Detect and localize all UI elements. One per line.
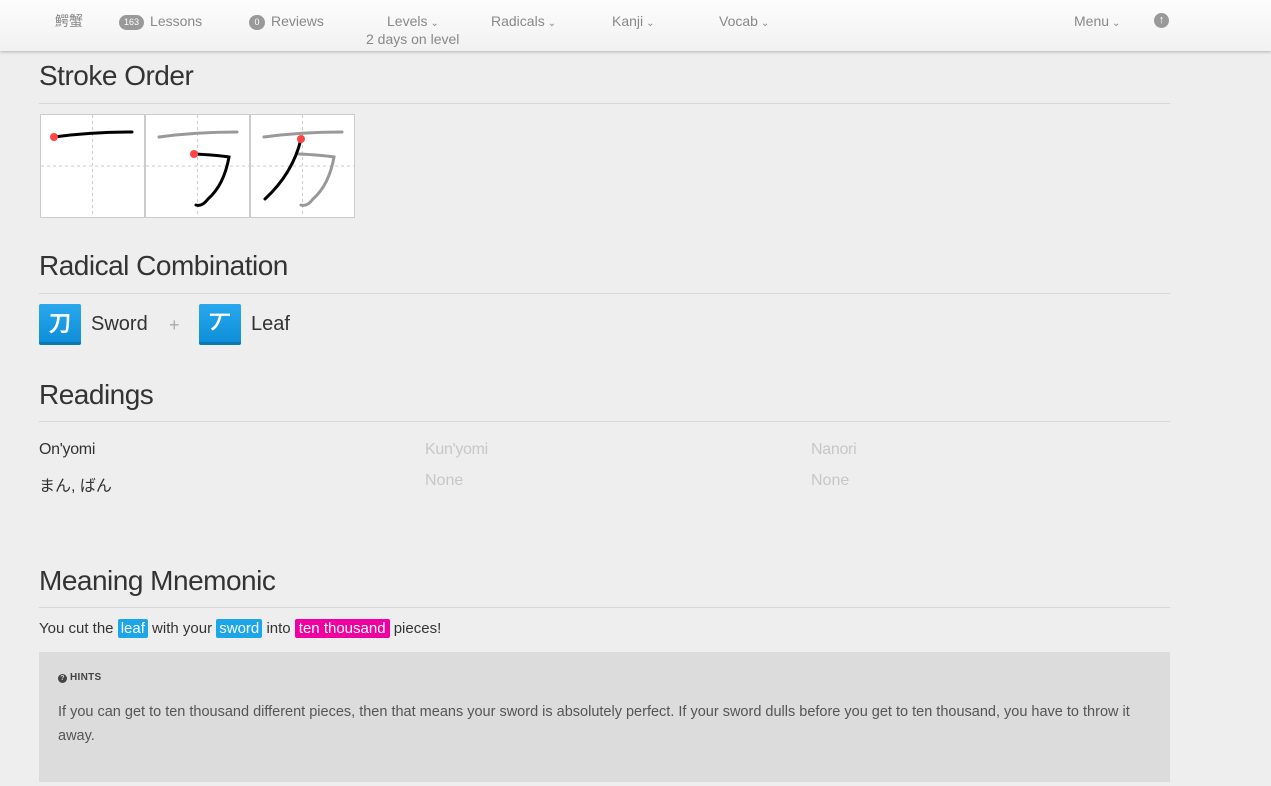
arrow-up-circle-icon[interactable]: ↑: [1154, 13, 1169, 28]
chevron-down-icon: ⌄: [646, 18, 655, 29]
levels-label: Levels: [387, 13, 428, 29]
reviews-link[interactable]: 0 Reviews: [249, 12, 324, 30]
divider: [39, 293, 1170, 294]
divider: [39, 103, 1170, 104]
lessons-label: Lessons: [150, 13, 203, 29]
onyomi-value: まん, ばん: [39, 478, 112, 495]
stroke-frame-3: [250, 114, 355, 218]
onyomi-label: On'yomi: [39, 441, 96, 458]
stroke-order-heading: Stroke Order: [39, 60, 194, 91]
menu-label: Menu: [1074, 13, 1110, 29]
lessons-link[interactable]: 163 Lessons: [119, 12, 202, 30]
highlight-kanji-meaning: ten thousand: [294, 619, 390, 638]
mnemonic-text-part: You cut the: [39, 620, 114, 637]
reviews-count-badge: 0: [249, 15, 265, 30]
radical-chip-sword[interactable]: 刀: [39, 304, 81, 345]
vocab-dropdown[interactable]: Vocab ⌄: [719, 12, 769, 33]
radical-name-sword[interactable]: Sword: [91, 313, 148, 336]
hints-header: ? HINTS: [58, 672, 1151, 683]
nanori-value: None: [811, 472, 850, 489]
divider: [39, 421, 1170, 422]
hints-text: If you can get to ten thousand different…: [58, 704, 1130, 744]
plus-sign: +: [169, 315, 180, 335]
user-name-link[interactable]: 鰐蟹: [55, 12, 83, 30]
readings-heading: Readings: [39, 379, 154, 410]
divider: [39, 607, 1170, 608]
level-time-note: 2 days on level: [366, 31, 460, 47]
mnemonic-text-part: pieces!: [393, 620, 442, 637]
levels-dropdown[interactable]: Levels ⌄: [387, 12, 439, 33]
chevron-down-icon: ⌄: [1112, 18, 1121, 29]
radical-combination-heading: Radical Combination: [39, 250, 288, 281]
kunyomi-label: Kun'yomi: [425, 441, 488, 458]
radical-chip-leaf[interactable]: 丆: [199, 304, 241, 345]
mnemonic-text: You cut the leaf with your sword into te…: [39, 619, 442, 638]
chevron-down-icon: ⌄: [547, 18, 557, 29]
stroke-frame-2: [145, 114, 250, 218]
kanji-label: Kanji: [612, 13, 644, 29]
mnemonic-text-part: with your: [152, 620, 213, 637]
kanji-dropdown[interactable]: Kanji ⌄: [612, 12, 655, 33]
highlight-radical-leaf: leaf: [117, 619, 148, 638]
radicals-dropdown[interactable]: Radicals ⌄: [491, 12, 556, 33]
question-circle-icon: ?: [58, 674, 67, 683]
lessons-count-badge: 163: [119, 15, 145, 30]
highlight-radical-sword: sword: [216, 619, 263, 638]
stroke-frame-1: [40, 114, 145, 218]
radicals-label: Radicals: [491, 13, 545, 29]
mnemonic-text-part: into: [266, 620, 291, 637]
reviews-label: Reviews: [271, 13, 324, 29]
nanori-label: Nanori: [811, 441, 857, 458]
meaning-mnemonic-heading: Meaning Mnemonic: [39, 565, 276, 596]
top-navbar: 鰐蟹 163 Lessons 0 Reviews Levels ⌄ 2 days on…: [0, 0, 1271, 51]
radical-name-leaf[interactable]: Leaf: [251, 313, 290, 336]
kunyomi-value: None: [425, 472, 464, 489]
chevron-down-icon: ⌄: [760, 18, 770, 29]
menu-dropdown[interactable]: Menu ⌄: [1074, 12, 1120, 33]
vocab-label: Vocab: [719, 13, 758, 29]
hints-box: ? HINTS If you can get to ten thousand di…: [39, 652, 1170, 782]
hints-label: HINTS: [70, 672, 102, 683]
